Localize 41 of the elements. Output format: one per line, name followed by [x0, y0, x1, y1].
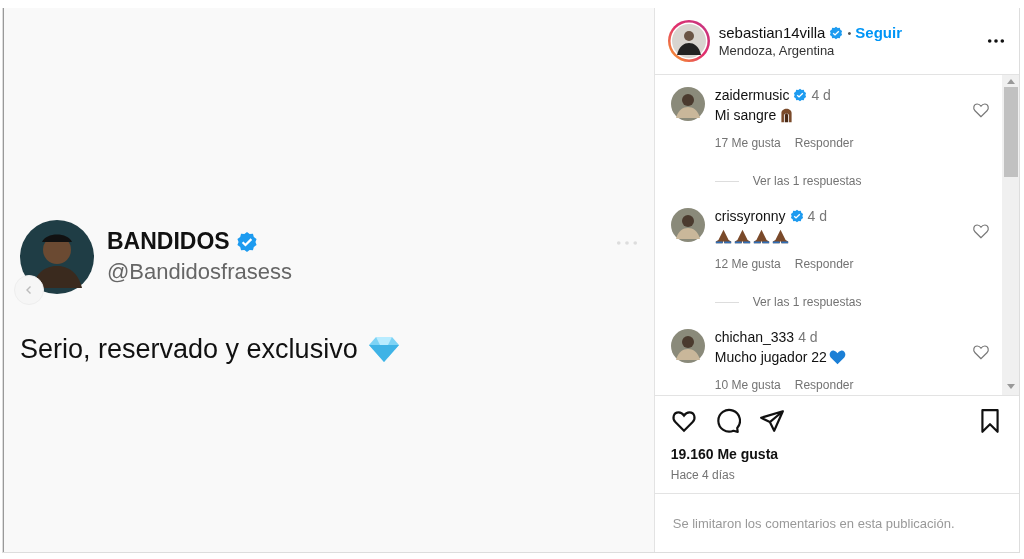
comments-limited-notice: Se limitaron los comentarios en esta publicación.	[672, 515, 955, 531]
comment-time: 4 d	[811, 87, 831, 103]
chevron-left-icon	[24, 285, 34, 295]
more-options-icon[interactable]	[987, 39, 1005, 43]
post-date: Hace 4 días	[669, 467, 736, 482]
share-icon[interactable]	[758, 408, 785, 434]
commenter-avatar[interactable]	[670, 329, 705, 363]
diamond-icon	[367, 335, 400, 363]
like-icon[interactable]	[670, 408, 697, 434]
follow-link[interactable]: Seguir	[855, 24, 902, 41]
username[interactable]: sebastian14villa	[718, 24, 826, 41]
account-handle: @Bandidosfrasess	[107, 259, 293, 285]
scrollbar-thumb[interactable]	[1003, 87, 1018, 177]
account-name: BANDIDOS	[107, 228, 230, 255]
comment-icon[interactable]	[714, 408, 741, 434]
commenter-avatar[interactable]	[670, 87, 705, 121]
user-avatar[interactable]	[666, 19, 711, 63]
reply-link[interactable]: Responder	[794, 136, 854, 150]
more-icon	[615, 239, 638, 246]
comment-time: 4 d	[807, 208, 827, 224]
like-count[interactable]: 12 Me gusta	[714, 257, 781, 271]
like-count[interactable]: 10 Me gusta	[714, 378, 781, 392]
comment-username[interactable]: chichan_333	[714, 329, 795, 345]
comment-time: 4 d	[798, 329, 818, 345]
heart-icon	[828, 348, 846, 366]
reply-link[interactable]: Responder	[794, 378, 854, 392]
separator-dot: •	[847, 26, 852, 39]
comment-username[interactable]: zaidermusic	[714, 87, 790, 103]
view-replies-link[interactable]: Ver las 1 respuestas	[752, 295, 862, 309]
comment-username[interactable]: crissyronny	[714, 208, 786, 224]
commenter-avatar[interactable]	[670, 208, 705, 242]
scrollbar[interactable]	[1002, 75, 1019, 395]
likes-count[interactable]: 19.160 Me gusta	[654, 434, 1019, 462]
comment-text: Mi sangre	[714, 107, 777, 123]
like-count[interactable]: 17 Me gusta	[714, 136, 781, 150]
location-text[interactable]: Mendoza, Argentina	[718, 43, 979, 58]
tweet-text: Serio, reservado y exclusivo	[20, 333, 358, 365]
comment-text: Mucho jugador 22	[714, 349, 827, 365]
reply-link[interactable]: Responder	[794, 257, 854, 271]
previous-button[interactable]	[14, 275, 44, 305]
view-replies-link[interactable]: Ver las 1 respuestas	[752, 174, 862, 188]
